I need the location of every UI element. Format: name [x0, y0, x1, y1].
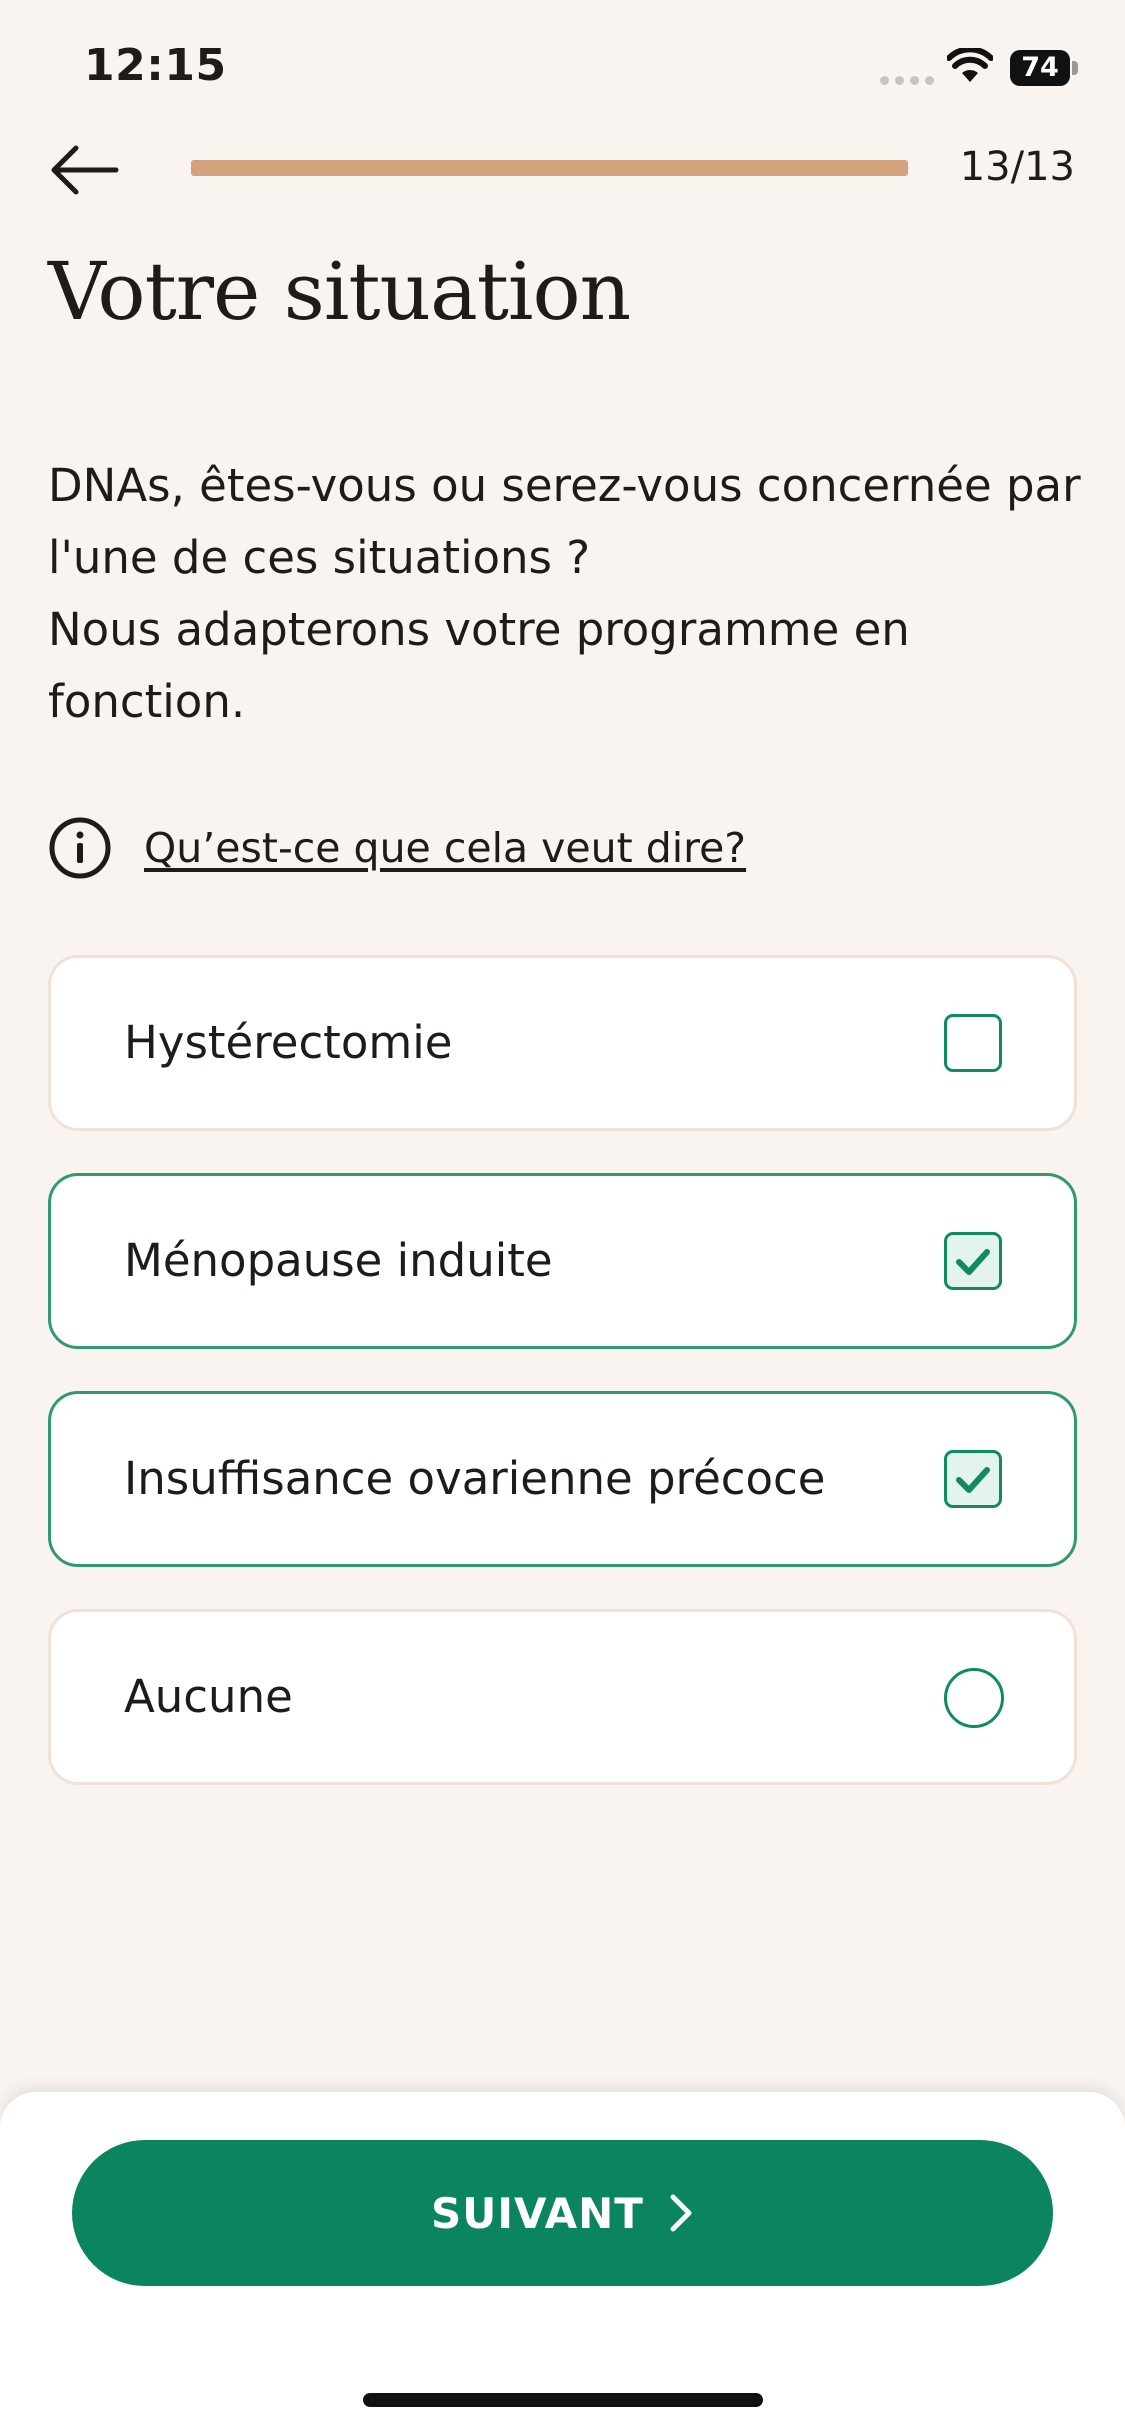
option-hysterectomie[interactable]: Hystérectomie — [48, 955, 1077, 1131]
option-label: Aucune — [124, 1670, 293, 1723]
wifi-icon — [947, 48, 993, 82]
back-arrow-icon[interactable] — [48, 140, 122, 200]
question-line: DNAs, êtes-vous ou serez-vous concernée … — [48, 459, 1081, 584]
check-icon — [956, 1467, 990, 1493]
check-icon — [956, 1249, 990, 1275]
cellular-signal-icon — [880, 76, 934, 85]
question-text: DNAs, êtes-vous ou serez-vous concernée … — [48, 450, 1088, 738]
checkbox[interactable] — [944, 1014, 1002, 1072]
option-label: Ménopause induite — [124, 1234, 553, 1287]
help-row[interactable]: Qu’est-ce que cela veut dire? — [48, 815, 746, 881]
page-title: Votre situation — [48, 245, 631, 338]
battery-level: 74 — [1010, 50, 1070, 86]
next-button-label: SUIVANT — [431, 2188, 644, 2238]
chevron-right-icon — [670, 2194, 692, 2232]
top-nav: 13/13 — [0, 130, 1125, 210]
progress-fill — [191, 160, 908, 176]
footer: SUIVANT — [0, 2092, 1125, 2436]
radio-button[interactable] — [944, 1668, 1004, 1728]
option-menopause-induite[interactable]: Ménopause induite — [48, 1173, 1077, 1349]
next-button[interactable]: SUIVANT — [72, 2140, 1053, 2286]
help-link[interactable]: Qu’est-ce que cela veut dire? — [144, 824, 746, 872]
checkbox[interactable] — [944, 1232, 1002, 1290]
option-insuffisance-ovarienne[interactable]: Insuffisance ovarienne précoce — [48, 1391, 1077, 1567]
step-counter: 13/13 — [959, 144, 1075, 190]
option-aucune[interactable]: Aucune — [48, 1609, 1077, 1785]
status-bar: 12:15 74 — [0, 0, 1125, 130]
info-icon — [49, 817, 111, 879]
battery-icon: 74 — [1010, 50, 1078, 86]
question-subline: Nous adapterons votre programme en fonct… — [48, 603, 910, 728]
option-label: Insuffisance ovarienne précoce — [124, 1452, 826, 1505]
checkbox[interactable] — [944, 1450, 1002, 1508]
options-list: Hystérectomie Ménopause induite Insuffis… — [48, 955, 1077, 1827]
progress-bar — [191, 160, 908, 176]
option-label: Hystérectomie — [124, 1016, 453, 1069]
home-indicator[interactable] — [363, 2393, 763, 2407]
status-time: 12:15 — [84, 40, 227, 91]
